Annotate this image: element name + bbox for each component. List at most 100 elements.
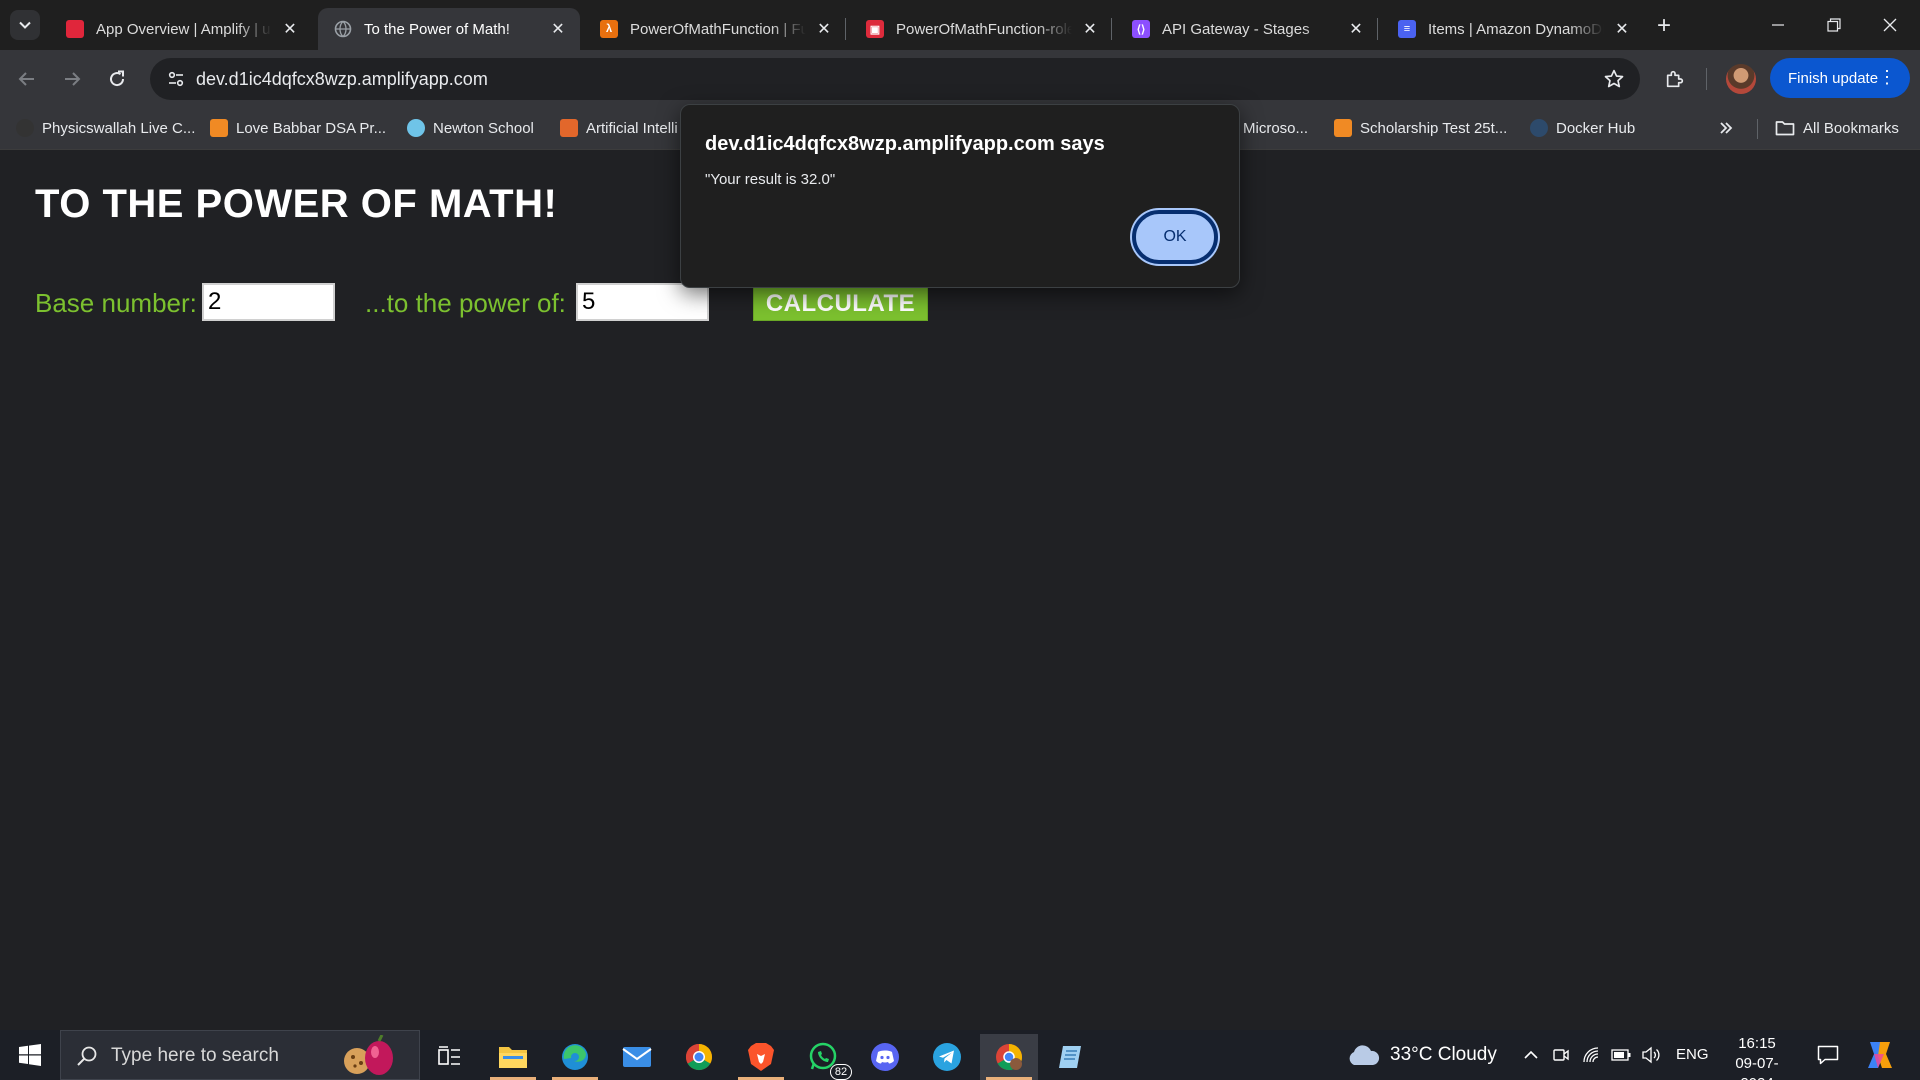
volume-button[interactable] [1640,1044,1662,1066]
ok-button[interactable]: OK [1132,210,1218,264]
close-icon [1883,18,1897,32]
folder-icon [1775,121,1795,136]
profile-avatar[interactable] [1726,64,1756,94]
restore-button[interactable] [1806,0,1862,50]
bookmark-label: Scholarship Test 25t... [1360,119,1508,137]
base-number-input[interactable]: 2 [202,283,335,321]
new-tab-button[interactable]: + [1650,12,1678,40]
tab-separator [845,18,846,40]
bookmark-scholarship-test[interactable]: Scholarship Test 25t... [1334,117,1507,139]
extensions-button[interactable] [1659,63,1691,95]
bookmark-label: Artificial Intelli [586,119,678,137]
bookmark-separator [1757,119,1758,139]
finish-update-button[interactable]: Finish update ⋮ [1770,58,1910,98]
taskbar-search-box[interactable]: Type here to search [60,1030,420,1080]
search-icon [75,1044,99,1068]
close-icon[interactable]: ✕ [548,19,568,39]
copilot-icon[interactable] [1864,1040,1896,1070]
bookmark-label: Microso... [1243,119,1309,137]
telegram-icon [933,1043,961,1071]
site-info-button[interactable] [160,63,192,95]
tab-dynamodb[interactable]: ≡ Items | Amazon DynamoDB ✕ [1382,8,1644,50]
taskbar-brave[interactable] [732,1034,790,1080]
alert-dialog: dev.d1ic4dqfcx8wzp.amplifyapp.com says "… [680,104,1240,288]
battery-button[interactable] [1610,1044,1632,1066]
amplify-favicon-icon [66,20,84,38]
task-view-icon [438,1046,460,1065]
lambda-favicon-icon: λ [600,20,618,38]
chevron-down-icon [19,21,31,29]
minimize-button[interactable] [1750,0,1806,50]
mail-icon [622,1047,652,1067]
taskbar-discord[interactable] [856,1034,914,1080]
tab-iam-role[interactable]: ▣ PowerOfMathFunction-role ✕ [850,8,1112,50]
action-center-button[interactable] [1815,1042,1841,1068]
close-icon[interactable]: ✕ [280,19,300,39]
weather-widget[interactable]: 33°C Cloudy [1346,1044,1497,1066]
more-bookmarks-button[interactable] [1718,117,1734,139]
meet-now-button[interactable] [1550,1044,1572,1066]
tab-title: API Gateway - Stages [1162,20,1310,38]
bookmark-newton-school[interactable]: Newton School [407,117,534,139]
calculate-button[interactable]: CALCULATE [753,287,928,321]
iam-favicon-icon: ▣ [866,20,884,38]
taskbar-chrome-active[interactable] [980,1034,1038,1080]
taskbar-telegram[interactable] [918,1034,976,1080]
star-icon [1604,69,1624,88]
finish-update-label: Finish update [1788,69,1879,87]
tab-title: Items | Amazon DynamoDB [1428,20,1604,38]
bookmark-star-button[interactable] [1602,67,1626,91]
taskbar-edge[interactable] [546,1034,604,1080]
search-placeholder: Type here to search [111,1045,279,1066]
restore-icon [1827,18,1841,32]
close-icon[interactable]: ✕ [1346,19,1366,39]
bookmark-physicswallah[interactable]: Physicswallah Live C... [16,117,195,139]
bookmark-love-babbar[interactable]: Love Babbar DSA Pr... [210,117,386,139]
taskbar-notepad[interactable] [1042,1034,1100,1080]
wifi-icon [1583,1047,1599,1063]
chrome-profile-icon [996,1044,1023,1071]
arrow-left-icon [18,72,34,86]
tab-search-button[interactable] [10,10,40,40]
bookmark-label: Newton School [433,119,534,137]
close-window-button[interactable] [1862,0,1918,50]
speaker-icon [1642,1046,1660,1064]
chevron-up-icon [1524,1050,1538,1059]
search-highlight-icon [344,1035,393,1075]
task-view-button[interactable] [421,1034,479,1080]
network-button[interactable] [1580,1044,1602,1066]
physicswallah-icon [16,119,34,137]
whatsapp-badge: 82 [830,1064,852,1080]
close-icon[interactable]: ✕ [814,19,834,39]
address-bar[interactable]: dev.d1ic4dqfcx8wzp.amplifyapp.com [150,58,1640,100]
reload-button[interactable] [100,62,134,96]
bookmark-docker-hub[interactable]: Docker Hub [1530,117,1635,139]
bookmark-microsoft[interactable]: Microso... [1243,117,1308,139]
edge-icon [562,1044,588,1070]
start-button[interactable] [10,1038,50,1072]
show-hidden-icons-button[interactable] [1520,1044,1542,1066]
tab-api-gateway[interactable]: ⟨⟩ API Gateway - Stages ✕ [1116,8,1378,50]
all-bookmarks-button[interactable]: All Bookmarks [1775,117,1899,139]
taskbar-mail[interactable] [608,1034,666,1080]
dynamodb-favicon-icon: ≡ [1398,20,1416,38]
url-text[interactable]: dev.d1ic4dqfcx8wzp.amplifyapp.com [196,69,488,90]
language-indicator[interactable]: ENG [1676,1046,1709,1063]
toolbar-separator [1706,68,1707,90]
tab-power-of-math[interactable]: To the Power of Math! ✕ [318,8,580,50]
back-button[interactable] [10,62,44,96]
taskbar-file-explorer[interactable] [484,1034,542,1080]
bookmark-label: Physicswallah Live C... [42,119,196,137]
close-icon[interactable]: ✕ [1080,19,1100,39]
tab-title: App Overview | Amplify | u [96,20,271,38]
bookmark-artificial-intelligence[interactable]: Artificial Intelli [560,117,678,139]
tab-app-overview[interactable]: App Overview | Amplify | u ✕ [50,8,312,50]
tab-title: PowerOfMathFunction-role [896,20,1072,38]
taskbar-chrome[interactable] [670,1034,728,1080]
tab-lambda-function[interactable]: λ PowerOfMathFunction | Fu ✕ [584,8,846,50]
clock[interactable]: 16:15 09-07-2024 [1720,1034,1794,1080]
close-icon[interactable]: ✕ [1612,19,1632,39]
forward-button[interactable] [55,62,89,96]
folder-icon [499,1047,527,1068]
power-input[interactable]: 5 [576,283,709,321]
